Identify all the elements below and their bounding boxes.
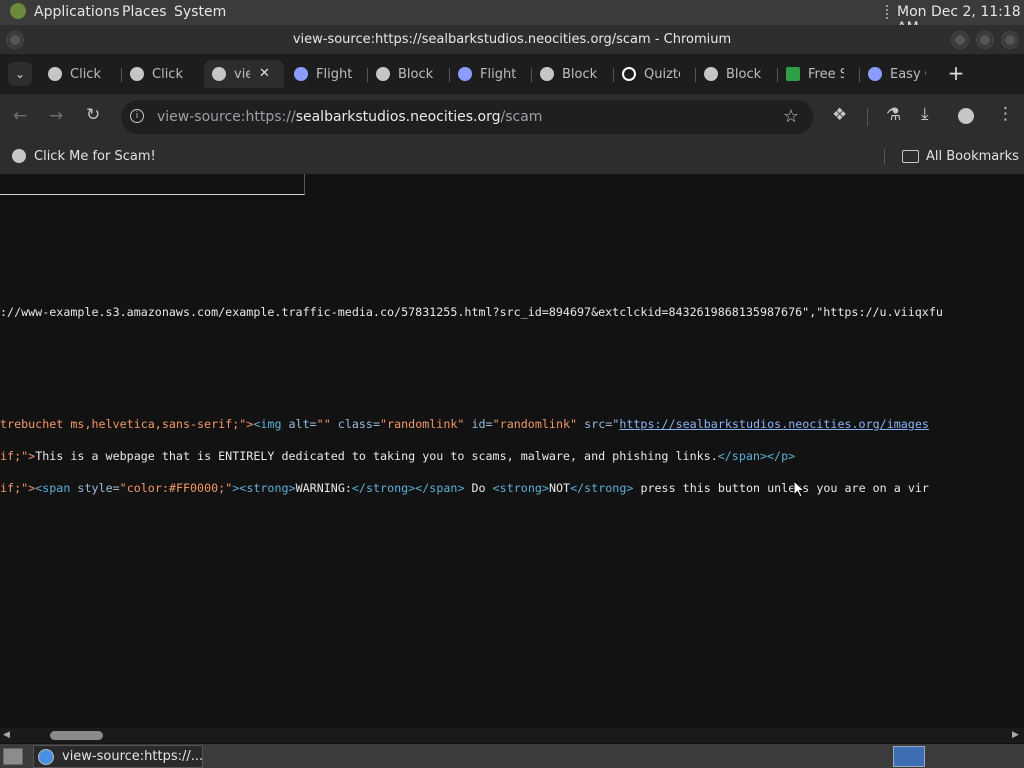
tab-label: Blocki xyxy=(398,67,434,82)
globe-icon xyxy=(48,67,62,81)
new-tab-icon[interactable]: + xyxy=(946,62,966,86)
globe-icon xyxy=(376,67,390,81)
chromium-icon xyxy=(38,749,54,765)
tab-0[interactable]: Click M xyxy=(48,60,118,88)
minimize-icon[interactable] xyxy=(951,31,969,49)
taskbar-window-chromium[interactable]: view-source:https://... xyxy=(33,745,203,768)
workspace-switcher[interactable] xyxy=(893,746,925,767)
tab-5[interactable]: Flight xyxy=(458,60,528,88)
tab-10[interactable]: Easy C xyxy=(868,60,938,88)
tab-4[interactable]: Blocki xyxy=(376,60,446,88)
tab-7[interactable]: Quizto xyxy=(622,60,692,88)
tab-3[interactable]: Flight xyxy=(294,60,364,88)
distro-logo-icon[interactable] xyxy=(10,3,26,19)
tab-label: Easy C xyxy=(890,67,926,82)
toolbar: ← → ↻ i view-source:https://sealbarkstud… xyxy=(0,94,1024,140)
back-icon[interactable]: ← xyxy=(13,106,27,126)
mouse-cursor-icon xyxy=(793,480,805,498)
download-icon[interactable]: ⤓ xyxy=(921,104,929,124)
sheet-icon xyxy=(786,67,800,81)
scrollbar-thumb[interactable] xyxy=(50,731,103,740)
tab-6[interactable]: Blocki xyxy=(540,60,610,88)
line-wrap-box xyxy=(0,174,305,195)
globe-icon xyxy=(12,149,26,163)
globe-icon xyxy=(130,67,144,81)
source-image-link[interactable]: https://sealbarkstudios.neocities.org/im… xyxy=(619,417,929,431)
tab-search-chevron-icon[interactable]: ⌄ xyxy=(8,62,32,86)
show-desktop-icon[interactable] xyxy=(3,748,23,765)
profile-avatar-icon[interactable] xyxy=(958,108,974,124)
tab-separator xyxy=(449,68,450,82)
bookmarks-bar: Click Me for Scam! All Bookmarks xyxy=(0,140,1024,174)
tab-strip: ⌄ Click M Click M vie ✕ Flight Blocki Flight Bl… xyxy=(0,54,1024,94)
tab-9[interactable]: Free S xyxy=(786,60,856,88)
scroll-right-icon[interactable]: ▶ xyxy=(1012,730,1019,740)
flight-icon xyxy=(458,67,472,81)
taskbar: view-source:https://... xyxy=(0,744,1024,768)
source-line-img: trebuchet ms,helvetica,sans-serif;"><img… xyxy=(0,417,929,431)
menu-applications[interactable]: Applications xyxy=(34,4,120,20)
window-titlebar[interactable]: view-source:https://sealbarkstudios.neoc… xyxy=(0,25,1024,54)
tab-label: Flight xyxy=(480,67,516,82)
more-menu-icon[interactable]: ⋮ xyxy=(997,104,1014,124)
scroll-left-icon[interactable]: ◀ xyxy=(3,730,10,740)
quizizz-icon xyxy=(622,67,636,81)
site-info-icon[interactable]: i xyxy=(130,109,144,123)
globe-icon xyxy=(704,67,718,81)
close-window-icon[interactable] xyxy=(1001,31,1019,49)
tab-separator xyxy=(695,68,696,82)
tab-label: Blocki xyxy=(726,67,762,82)
toolbar-divider xyxy=(867,108,868,126)
tab-1[interactable]: Click M xyxy=(130,60,200,88)
menu-places[interactable]: Places xyxy=(122,4,167,20)
tab-separator xyxy=(613,68,614,82)
tab-label: Click M xyxy=(152,67,188,82)
tab-separator xyxy=(367,68,368,82)
tab-label: Click M xyxy=(70,67,106,82)
address-bar[interactable]: i view-source:https://sealbarkstudios.ne… xyxy=(121,100,813,134)
top-panel: Applications Places System Mon Dec 2, 11… xyxy=(0,0,1024,36)
view-source-content: ://www-example.s3.amazonaws.com/example.… xyxy=(0,174,1024,728)
tab-label: Flight xyxy=(316,67,352,82)
maximize-icon[interactable] xyxy=(976,31,994,49)
tab-separator xyxy=(859,68,860,82)
tab-separator xyxy=(777,68,778,82)
tab-8[interactable]: Blocki xyxy=(704,60,774,88)
source-line-description: if;">This is a webpage that is ENTIRELY … xyxy=(0,449,796,463)
reload-icon[interactable]: ↻ xyxy=(86,105,100,125)
tab-label: vie xyxy=(234,67,250,82)
labs-flask-icon[interactable]: ⚗ xyxy=(886,105,901,125)
forward-icon[interactable]: → xyxy=(49,106,63,126)
tab-label: Blocki xyxy=(562,67,598,82)
close-tab-icon[interactable]: ✕ xyxy=(259,66,270,81)
source-line-url: ://www-example.s3.amazonaws.com/example.… xyxy=(0,305,943,319)
folder-icon xyxy=(902,150,919,163)
horizontal-scrollbar[interactable]: ◀ ▶ xyxy=(0,728,1024,743)
tab-separator xyxy=(531,68,532,82)
globe-icon xyxy=(212,67,226,81)
menu-system[interactable]: System xyxy=(174,4,226,20)
bookmark-click-me-for-scam[interactable]: Click Me for Scam! xyxy=(34,149,156,164)
bookmark-star-icon[interactable]: ☆ xyxy=(783,106,799,127)
extensions-icon[interactable]: ❖ xyxy=(832,105,847,125)
tab-separator xyxy=(121,68,122,82)
flight-icon xyxy=(868,67,882,81)
tab-2[interactable]: vie ✕ xyxy=(204,60,284,88)
globe-icon xyxy=(540,67,554,81)
source-line-warning: if;"><span style="color:#FF0000;"><stron… xyxy=(0,481,929,495)
flight-icon xyxy=(294,67,308,81)
tab-label: Free S xyxy=(808,67,844,82)
tab-label: Quizto xyxy=(644,67,680,82)
url-text: view-source:https://sealbarkstudios.neoc… xyxy=(157,109,543,125)
all-bookmarks-button[interactable]: All Bookmarks xyxy=(926,149,1019,164)
panel-separator xyxy=(886,5,890,19)
bookmarks-divider xyxy=(884,149,885,165)
window-title: view-source:https://sealbarkstudios.neoc… xyxy=(292,32,732,47)
